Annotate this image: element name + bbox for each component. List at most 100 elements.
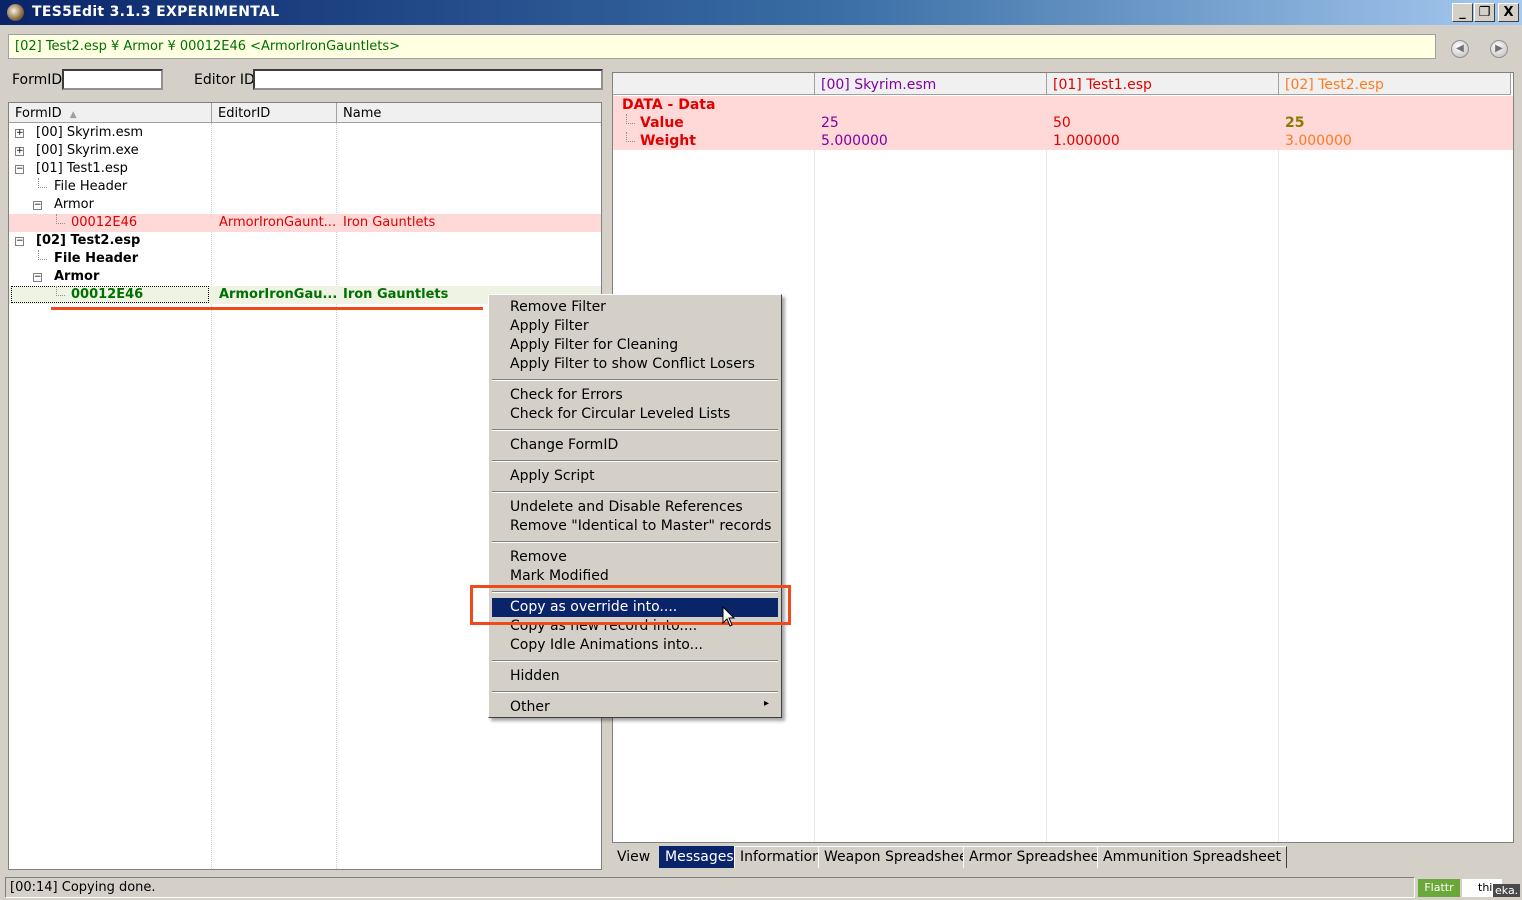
tree-line [56,214,65,224]
annotation-highlight-box [470,585,791,625]
record-editorid: ArmorIronGau... [219,287,338,302]
menu-separator [492,691,778,693]
mouse-cursor-icon [722,606,736,627]
menu-separator [492,429,778,431]
minimize-button[interactable]: _ [1452,3,1473,22]
column-header-test2-esp[interactable]: [02] Test2.esp [1279,73,1511,95]
expand-icon[interactable]: + [15,129,24,138]
field-value-test1: 1.000000 [1053,133,1120,149]
tree-node-label: [00] Skyrim.esm [36,125,144,140]
menu-separator [492,379,778,381]
formid-filter-input[interactable] [62,69,163,90]
back-arrow-icon[interactable]: ◀ [1451,40,1469,58]
tree-line [38,178,47,188]
flattr-button[interactable]: Flattr [1418,879,1460,897]
menu-item-apply-filter[interactable]: Apply Filter [492,317,778,336]
field-value-test1: 50 [1053,115,1071,131]
sort-ascending-icon: ▲ [69,110,77,120]
record-formid: 00012E46 [71,287,144,302]
menu-item-other[interactable]: Other ▸ [492,698,778,717]
tree-node-skyrim-esm[interactable]: + [00] Skyrim.esm [9,124,601,142]
collapse-icon[interactable]: − [33,273,42,282]
collapse-icon[interactable]: − [15,237,24,246]
menu-separator [492,541,778,543]
corner-watermark: eka. [1493,884,1521,897]
column-header-name[interactable]: Name [337,103,601,123]
expand-icon[interactable]: + [15,147,24,156]
column-header-test1-esp[interactable]: [01] Test1.esp [1047,73,1279,95]
column-header-skyrim-esm[interactable]: [00] Skyrim.esm [815,73,1047,95]
field-label: Value [640,115,684,131]
editorid-filter-input[interactable] [253,69,603,90]
window-title: TES5Edit 3.1.3 EXPERIMENTAL [32,4,280,20]
forward-arrow-icon[interactable]: ▶ [1490,40,1508,58]
column-header-formid[interactable]: FormID ▲ [9,103,212,123]
menu-item-undelete-disable-references[interactable]: Undelete and Disable References [492,498,778,517]
close-button[interactable]: X [1498,3,1519,22]
tree-node-file-header[interactable]: File Header [9,250,601,268]
tab-ammunition-spreadsheet[interactable]: Ammunition Spreadsheet [1097,846,1287,868]
menu-separator [492,460,778,462]
status-bar: [00:14] Copying done. [5,877,1415,898]
menu-separator [492,660,778,662]
tree-node-label: Armor [54,269,100,284]
tab-messages[interactable]: Messages [659,846,740,868]
tree-line [626,132,635,142]
field-value-skyrim: 25 [821,115,839,131]
tab-armor-spreadsheet[interactable]: Armor Spreadsheet [963,846,1111,868]
context-menu[interactable]: Remove Filter Apply Filter Apply Filter … [488,294,782,718]
menu-item-copy-idle-animations[interactable]: Copy Idle Animations into... [492,636,778,655]
app-icon [7,4,24,21]
column-divider [1046,95,1047,842]
record-formid: 00012E46 [71,215,138,230]
collapse-icon[interactable]: − [15,165,24,174]
menu-item-change-formid[interactable]: Change FormID [492,436,778,455]
tree-node-test2-esp[interactable]: − [02] Test2.esp [9,232,601,250]
record-editorid: ArmorIronGaunt... [219,215,337,230]
menu-item-apply-filter-cleaning[interactable]: Apply Filter for Cleaning [492,336,778,355]
tree-line [56,286,65,296]
submenu-arrow-icon: ▸ [764,698,770,709]
tree-node-label: [01] Test1.esp [36,161,128,176]
menu-item-mark-modified[interactable]: Mark Modified [492,567,778,586]
tab-information[interactable]: Information [734,846,828,868]
menu-item-check-circular-leveled-lists[interactable]: Check for Circular Leveled Lists [492,405,778,424]
status-message: [00:14] Copying done. [10,880,156,895]
tree-node-skyrim-exe[interactable]: + [00] Skyrim.exe [9,142,601,160]
collapse-icon[interactable]: − [33,201,42,210]
tree-node-armor[interactable]: − Armor [9,196,601,214]
editorid-label: Editor ID [194,72,255,88]
restore-button[interactable]: ❐ [1474,3,1495,22]
menu-item-apply-filter-conflict-losers[interactable]: Apply Filter to show Conflict Losers [492,355,778,374]
subrecord-label: DATA - Data [622,97,716,113]
record-row-value[interactable]: Value 25 50 25 [613,114,1513,132]
menu-item-apply-script[interactable]: Apply Script [492,467,778,486]
column-divider [814,95,815,842]
record-path-text: [02] Test2.esp ¥ Armor ¥ 00012E46 <Armor… [15,39,401,54]
menu-item-hidden[interactable]: Hidden [492,667,778,686]
formid-label: FormID [12,72,63,88]
tree-node-test1-esp[interactable]: − [01] Test1.esp [9,160,601,178]
record-row-weight[interactable]: Weight 5.000000 1.000000 3.000000 [613,132,1513,150]
title-bar: TES5Edit 3.1.3 EXPERIMENTAL _ ❐ X [0,0,1522,25]
menu-item-remove-itm-records[interactable]: Remove "Identical to Master" records [492,517,778,536]
tab-view[interactable]: View [617,849,650,865]
tree-record-row[interactable]: 00012E46 ArmorIronGaunt... Iron Gauntlet… [9,214,601,232]
tree-node-armor[interactable]: − Armor [9,268,601,286]
annotation-underline [51,307,483,310]
menu-item-remove-filter[interactable]: Remove Filter [492,298,778,317]
column-header-editorid[interactable]: EditorID [212,103,337,123]
field-label: Weight [640,133,696,149]
record-name: Iron Gauntlets [343,287,449,302]
menu-item-check-errors[interactable]: Check for Errors [492,386,778,405]
tab-weapon-spreadsheet[interactable]: Weapon Spreadsheet [818,846,980,868]
record-name: Iron Gauntlets [343,215,436,230]
tree-node-label: Armor [54,197,94,212]
tree-node-file-header[interactable]: File Header [9,178,601,196]
record-path-bar: [02] Test2.esp ¥ Armor ¥ 00012E46 <Armor… [8,34,1436,59]
tree-node-label: [00] Skyrim.exe [36,143,139,158]
menu-item-remove[interactable]: Remove [492,548,778,567]
field-value-test2: 25 [1285,115,1305,131]
column-header-label [613,73,815,95]
record-row-data[interactable]: DATA - Data [613,96,1513,114]
